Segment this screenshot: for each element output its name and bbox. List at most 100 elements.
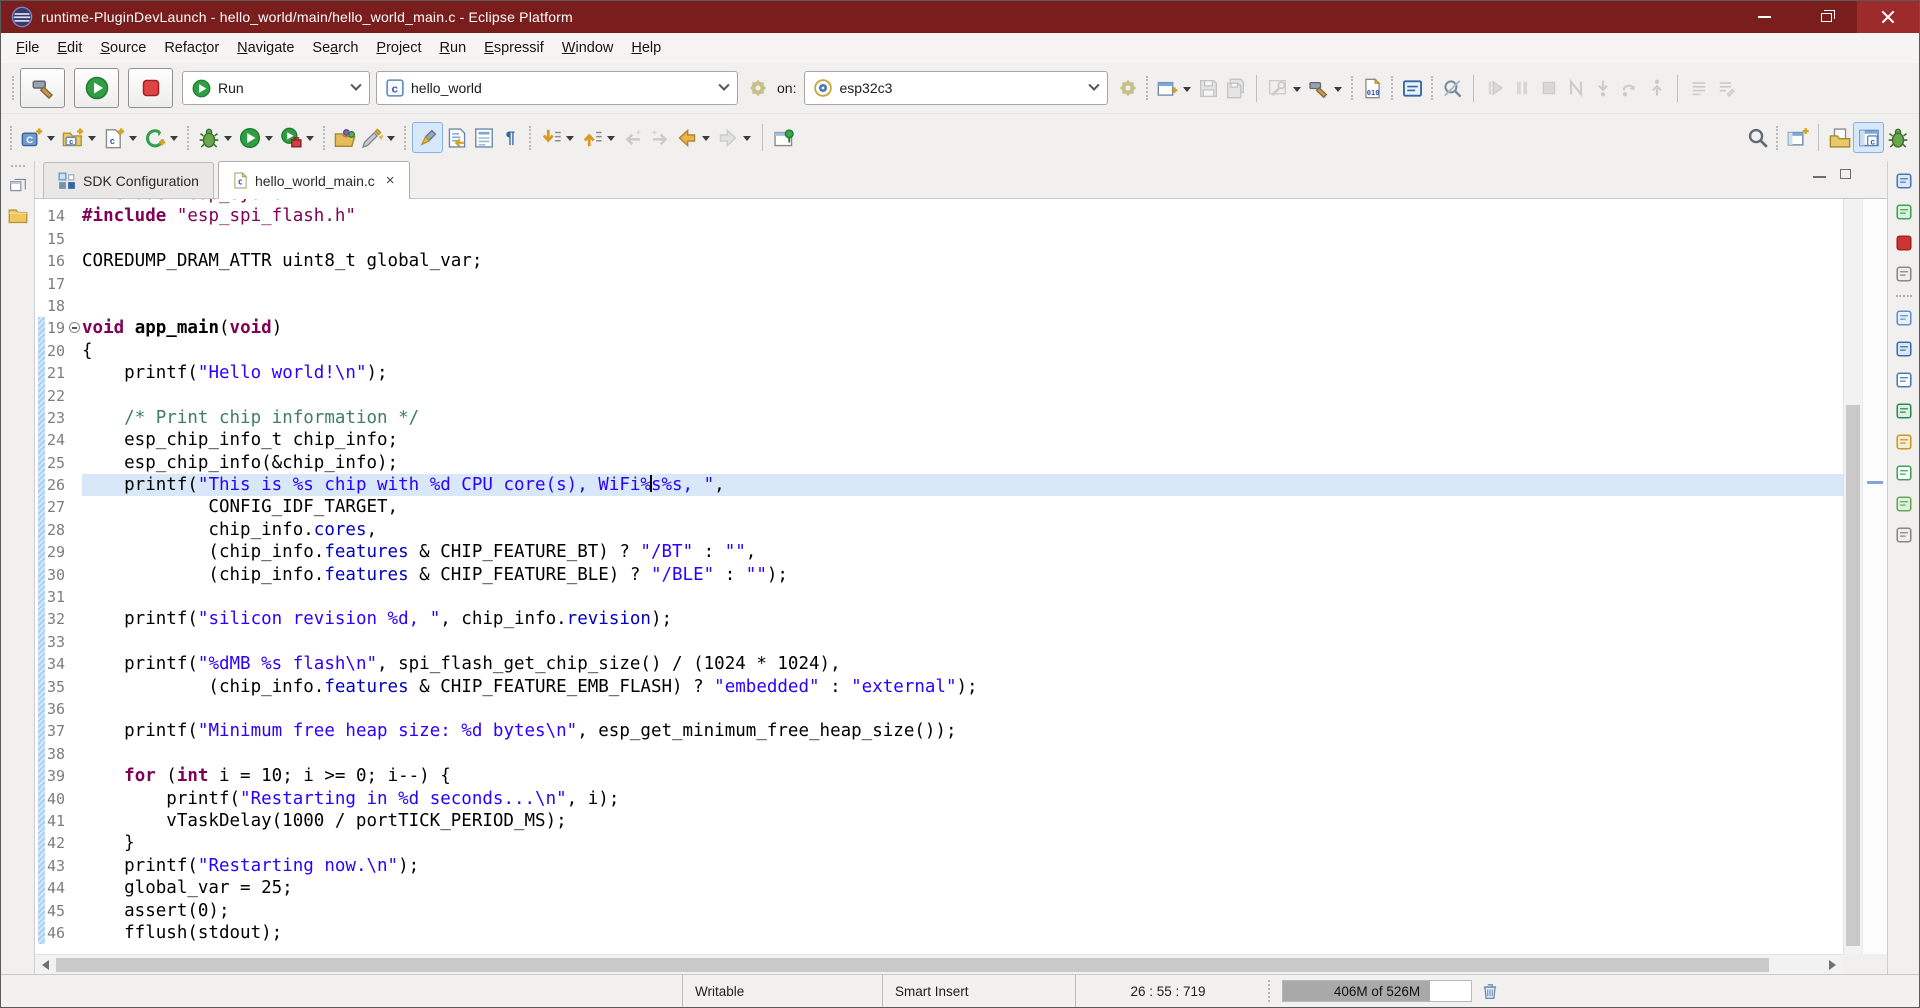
dropdown-arrow-icon[interactable] bbox=[88, 136, 96, 141]
build-button[interactable] bbox=[20, 68, 65, 108]
line-number[interactable]: 26 bbox=[45, 474, 67, 496]
dropdown-arrow-icon[interactable] bbox=[224, 136, 232, 141]
build-view-icon[interactable] bbox=[1894, 202, 1914, 222]
code-text[interactable] bbox=[82, 631, 1843, 653]
fold-gutter[interactable] bbox=[67, 496, 82, 518]
fold-gutter[interactable] bbox=[67, 205, 82, 227]
line-number[interactable]: 35 bbox=[45, 676, 67, 698]
debugger-console-view-icon[interactable] bbox=[1894, 401, 1914, 421]
code-line-25[interactable]: 25 esp_chip_info(&chip_info); bbox=[35, 452, 1843, 474]
fold-gutter[interactable] bbox=[67, 452, 82, 474]
debug-perspective-icon[interactable] bbox=[1884, 124, 1911, 151]
code-line-38[interactable]: 38 bbox=[35, 743, 1843, 765]
properties-view-icon[interactable] bbox=[1894, 370, 1914, 390]
code-text[interactable] bbox=[82, 295, 1843, 317]
line-number[interactable]: 36 bbox=[45, 698, 67, 720]
breakpoints-view-icon[interactable] bbox=[1894, 233, 1914, 253]
launch-mode-combo[interactable]: Run bbox=[182, 71, 370, 105]
fold-gutter[interactable] bbox=[67, 653, 82, 675]
line-number[interactable]: 41 bbox=[45, 810, 67, 832]
dropdown-arrow-icon[interactable] bbox=[743, 136, 751, 141]
line-number[interactable]: 34 bbox=[45, 653, 67, 675]
build-hammer-icon[interactable] bbox=[1305, 75, 1332, 102]
dropdown-arrow-icon[interactable] bbox=[1183, 87, 1191, 92]
fold-gutter[interactable] bbox=[67, 295, 82, 317]
fold-gutter[interactable] bbox=[67, 743, 82, 765]
line-number[interactable]: 45 bbox=[45, 900, 67, 922]
fold-gutter[interactable] bbox=[67, 676, 82, 698]
line-number[interactable]: 16 bbox=[45, 250, 67, 272]
line-number[interactable]: 43 bbox=[45, 855, 67, 877]
code-text[interactable]: #include "esp_spi_flash.h" bbox=[82, 205, 1843, 227]
line-number[interactable]: 19 bbox=[45, 317, 67, 339]
code-line-42[interactable]: 42 } bbox=[35, 832, 1843, 854]
code-line-19[interactable]: 19 void app_main(void) bbox=[35, 317, 1843, 339]
code-text[interactable]: assert(0); bbox=[82, 900, 1843, 922]
disconnect-icon[interactable] bbox=[1562, 75, 1589, 102]
code-line-39[interactable]: 39 for (int i = 10; i >= 0; i--) { bbox=[35, 765, 1843, 787]
resume-icon[interactable] bbox=[1481, 75, 1508, 102]
line-number[interactable]: 42 bbox=[45, 832, 67, 854]
code-line-45[interactable]: 45 assert(0); bbox=[35, 900, 1843, 922]
flash-tool-icon[interactable] bbox=[358, 124, 385, 151]
build-config-icon[interactable] bbox=[1264, 75, 1291, 102]
minimize-editor-icon[interactable] bbox=[1813, 176, 1826, 178]
fold-gutter[interactable] bbox=[67, 922, 82, 944]
project-folder-icon[interactable] bbox=[8, 205, 28, 225]
overview-ruler[interactable] bbox=[1862, 199, 1887, 954]
search-view-icon[interactable] bbox=[1894, 432, 1914, 452]
search-binary-icon[interactable] bbox=[1439, 75, 1466, 102]
fold-gutter[interactable] bbox=[67, 586, 82, 608]
new-c-source-folder-icon[interactable]: c bbox=[59, 124, 86, 151]
open-perspective-icon[interactable] bbox=[1784, 124, 1811, 151]
code-text[interactable] bbox=[82, 385, 1843, 407]
resource-perspective-icon[interactable] bbox=[1826, 124, 1853, 151]
line-number[interactable]: 22 bbox=[45, 385, 67, 407]
instruction-list-icon[interactable] bbox=[1685, 75, 1712, 102]
step-into-icon[interactable] bbox=[1589, 75, 1616, 102]
code-text[interactable] bbox=[82, 228, 1843, 250]
code-text[interactable]: /* Print chip information */ bbox=[82, 407, 1843, 429]
code-text[interactable]: esp_chip_info(&chip_info); bbox=[82, 452, 1843, 474]
dropdown-arrow-icon[interactable] bbox=[387, 136, 395, 141]
step-over-icon[interactable] bbox=[1616, 75, 1643, 102]
menu-espressif[interactable]: Espressif bbox=[475, 36, 553, 60]
fold-gutter[interactable] bbox=[67, 340, 82, 362]
code-line-33[interactable]: 33 bbox=[35, 631, 1843, 653]
tab-sdk-configuration[interactable]: SDK Configuration bbox=[43, 162, 214, 198]
code-text[interactable]: printf("Restarting now.\n"); bbox=[82, 855, 1843, 877]
open-element-icon[interactable] bbox=[331, 124, 358, 151]
line-number[interactable]: 15 bbox=[45, 228, 67, 250]
code-text[interactable]: (chip_info.features & CHIP_FEATURE_BLE) … bbox=[82, 564, 1843, 586]
new-c-file-icon[interactable]: c bbox=[100, 124, 127, 151]
line-number[interactable]: 39 bbox=[45, 765, 67, 787]
line-number[interactable]: 28 bbox=[45, 519, 67, 541]
fold-gutter[interactable] bbox=[67, 608, 82, 630]
fold-gutter[interactable] bbox=[67, 362, 82, 384]
code-line-14[interactable]: 14#include "esp_spi_flash.h" bbox=[35, 205, 1843, 227]
fold-gutter[interactable] bbox=[67, 877, 82, 899]
heap-drag-handle[interactable] bbox=[1268, 980, 1278, 1002]
save-icon[interactable] bbox=[1195, 75, 1222, 102]
edit-list-icon[interactable] bbox=[1712, 75, 1739, 102]
run-history-icon[interactable] bbox=[236, 124, 263, 151]
fold-gutter[interactable] bbox=[67, 788, 82, 810]
code-line-44[interactable]: 44 global_var = 25; bbox=[35, 877, 1843, 899]
line-number[interactable]: 24 bbox=[45, 429, 67, 451]
terminate-icon[interactable] bbox=[1535, 75, 1562, 102]
code-text[interactable]: chip_info.cores, bbox=[82, 519, 1843, 541]
fold-gutter[interactable] bbox=[67, 698, 82, 720]
code-line-37[interactable]: 37 printf("Minimum free heap size: %d by… bbox=[35, 720, 1843, 742]
code-text[interactable]: esp_chip_info_t chip_info; bbox=[82, 429, 1843, 451]
line-number[interactable]: 21 bbox=[45, 362, 67, 384]
image-view-icon[interactable] bbox=[1894, 308, 1914, 328]
code-text[interactable] bbox=[82, 273, 1843, 295]
menu-window[interactable]: Window bbox=[553, 36, 623, 60]
run-garbage-collector-button[interactable] bbox=[1481, 982, 1499, 1000]
code-text[interactable]: fflush(stdout); bbox=[82, 922, 1843, 944]
code-line-16[interactable]: 16COREDUMP_DRAM_ATTR uint8_t global_var; bbox=[35, 250, 1843, 272]
cursor-line-marker[interactable] bbox=[1867, 481, 1883, 484]
code-text[interactable]: void app_main(void) bbox=[82, 317, 1843, 339]
code-line-18[interactable]: 18 bbox=[35, 295, 1843, 317]
terminal-view-icon[interactable] bbox=[1894, 463, 1914, 483]
